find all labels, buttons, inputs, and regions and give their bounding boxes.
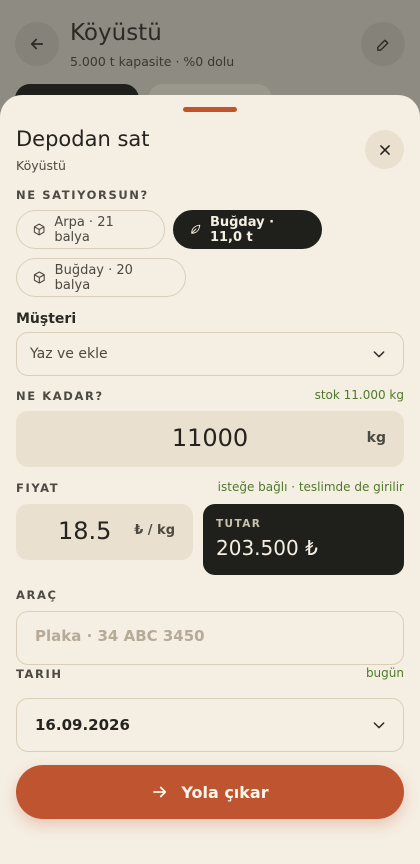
price-unit: ₺ / kg xyxy=(134,523,175,538)
warehouse-capacity: 5.000 t kapasite · %0 dolu xyxy=(70,54,235,69)
submit-label: Yola çıkar xyxy=(181,782,269,802)
back-button[interactable] xyxy=(15,22,59,66)
customer-select[interactable]: Yaz ve ekle xyxy=(16,332,404,376)
sell-sheet: Depodan sat Köyüstü NE SATIYORSUN? Arpa … xyxy=(0,95,420,864)
chevron-down-icon xyxy=(373,351,385,358)
product-chip-label: Arpa · 21 balya xyxy=(54,214,114,245)
date-section-label: TARIH xyxy=(16,667,63,681)
arrow-right-icon xyxy=(153,786,167,798)
customer-label: Müşteri xyxy=(16,311,77,327)
quantity-unit: kg xyxy=(366,430,386,446)
sheet-subtitle: Köyüstü xyxy=(16,158,66,173)
submit-button[interactable]: Yola çıkar xyxy=(16,765,404,819)
stock-hint: stok 11.000 kg xyxy=(314,388,404,402)
edit-icon xyxy=(376,39,388,51)
vehicle-section-label: ARAÇ xyxy=(16,588,58,602)
sheet-handle[interactable] xyxy=(183,107,237,112)
plate-field[interactable] xyxy=(16,611,404,665)
sheet-title: Depodan sat xyxy=(16,127,150,151)
date-value: 16.09.2026 xyxy=(35,716,130,734)
date-hint: bugün xyxy=(365,666,404,680)
product-chip-bugday-balya[interactable]: Buğday · 20 balya xyxy=(16,258,186,297)
leaf-icon xyxy=(191,224,201,234)
price-input[interactable]: 18.5 ₺ / kg xyxy=(16,504,193,560)
price-hint: isteğe bağlı · teslimde de girilir xyxy=(217,480,404,494)
quantity-section-label: NE KADAR? xyxy=(16,389,104,403)
quantity-value: 11000 xyxy=(171,424,249,452)
date-select[interactable]: 16.09.2026 xyxy=(16,698,404,752)
plate-input[interactable] xyxy=(35,627,375,645)
product-chip-bugday-ton[interactable]: Buğday · 11,0 t xyxy=(173,210,322,249)
edit-button[interactable] xyxy=(361,22,405,66)
close-button[interactable] xyxy=(365,130,404,169)
price-value: 18.5 xyxy=(58,517,112,545)
price-section-label: FIYAT xyxy=(16,481,60,495)
close-icon xyxy=(379,144,390,155)
product-chip-label: Buğday · 20 balya xyxy=(54,262,133,293)
chevron-down-icon xyxy=(373,722,385,729)
customer-value: Yaz ve ekle xyxy=(30,346,108,362)
total-label: TUTAR xyxy=(216,518,262,530)
product-chip-arpa[interactable]: Arpa · 21 balya xyxy=(16,210,165,249)
product-section-label: NE SATIYORSUN? xyxy=(16,188,149,202)
product-chip-label: Buğday · 11,0 t xyxy=(209,214,275,245)
quantity-input[interactable]: 11000 kg xyxy=(16,411,404,467)
arrow-left-icon xyxy=(30,38,44,50)
warehouse-title: Köyüstü xyxy=(70,20,162,46)
box-icon xyxy=(33,271,45,284)
total-card: TUTAR 203.500 ₺ xyxy=(203,504,404,575)
total-amount: 203.500 ₺ xyxy=(216,536,318,560)
box-icon xyxy=(33,223,45,236)
